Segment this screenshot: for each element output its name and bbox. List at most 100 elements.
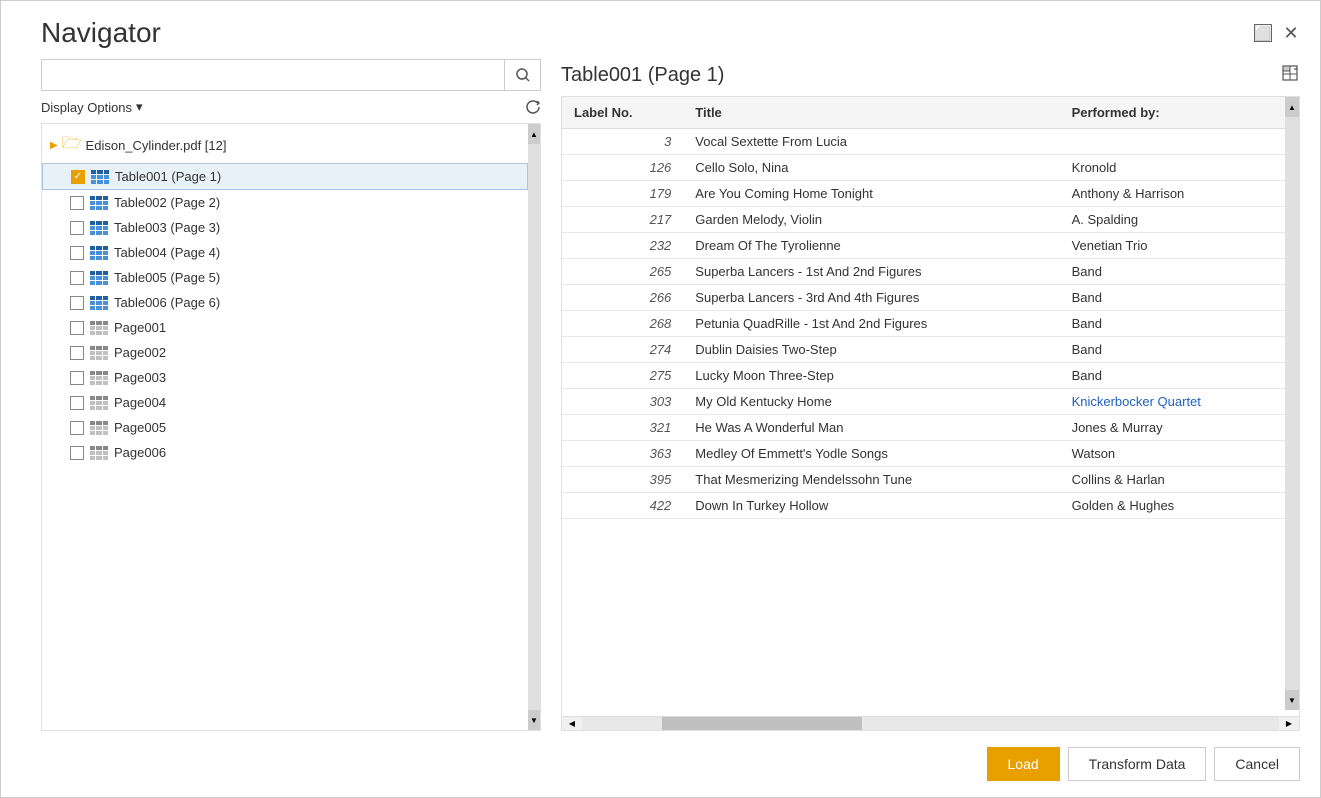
tree-item-table002[interactable]: Table002 (Page 2) — [42, 190, 528, 215]
cell-performer: Band — [1060, 285, 1285, 311]
cell-title: Dublin Daisies Two-Step — [683, 337, 1059, 363]
item-label-table001: Table001 (Page 1) — [115, 169, 221, 184]
cell-label: 3 — [562, 129, 683, 155]
tree-item-page003[interactable]: Page003 — [42, 365, 528, 390]
checkbox-table005[interactable] — [70, 271, 84, 285]
checkbox-table004[interactable] — [70, 246, 84, 260]
refresh-icon — [525, 99, 541, 115]
table-scroll-down-button[interactable]: ▼ — [1285, 690, 1299, 710]
checkbox-table003[interactable] — [70, 221, 84, 235]
title-bar: Navigator ⬜ ✕ — [1, 1, 1320, 49]
preview-title: Table001 (Page 1) — [561, 64, 724, 87]
item-label-page002: Page002 — [114, 345, 166, 360]
table-icon-page006 — [90, 446, 108, 460]
table-row: 268 Petunia QuadRille - 1st And 2nd Figu… — [562, 311, 1299, 337]
checkbox-page002[interactable] — [70, 346, 84, 360]
cell-title: That Mesmerizing Mendelssohn Tune — [683, 467, 1059, 493]
close-button[interactable]: ✕ — [1282, 24, 1300, 42]
cell-label: 395 — [562, 467, 683, 493]
cell-title: My Old Kentucky Home — [683, 389, 1059, 415]
checkbox-table002[interactable] — [70, 196, 84, 210]
left-panel: Display Options ▾ ▶ 🗁 Edi — [41, 59, 541, 731]
tree-item-table004[interactable]: Table004 (Page 4) — [42, 240, 528, 265]
checkbox-page006[interactable] — [70, 446, 84, 460]
checkbox-page003[interactable] — [70, 371, 84, 385]
table-icon-page001 — [90, 321, 108, 335]
tree-item-page006[interactable]: Page006 — [42, 440, 528, 465]
tree-item-table003[interactable]: Table003 (Page 3) — [42, 215, 528, 240]
tree-item-page005[interactable]: Page005 — [42, 415, 528, 440]
tree-item-table005[interactable]: Table005 (Page 5) — [42, 265, 528, 290]
table-row: 274 Dublin Daisies Two-Step Band — [562, 337, 1299, 363]
checkbox-table006[interactable] — [70, 296, 84, 310]
search-bar — [41, 59, 541, 91]
preview-export-button[interactable] — [1280, 63, 1300, 88]
search-button[interactable] — [504, 60, 540, 90]
tree-content: ▶ 🗁 Edison_Cylinder.pdf [12] ✓ Table001 … — [42, 124, 528, 730]
table-icon-table003 — [90, 221, 108, 235]
restore-button[interactable]: ⬜ — [1254, 24, 1272, 42]
checkbox-table001[interactable]: ✓ — [71, 170, 85, 184]
item-label-page005: Page005 — [114, 420, 166, 435]
table-icon-page002 — [90, 346, 108, 360]
table-row: 217 Garden Melody, Violin A. Spalding — [562, 207, 1299, 233]
tree-panel: ▶ 🗁 Edison_Cylinder.pdf [12] ✓ Table001 … — [41, 123, 541, 731]
search-icon — [516, 68, 530, 82]
cancel-button[interactable]: Cancel — [1214, 747, 1300, 781]
cell-label: 179 — [562, 181, 683, 207]
table-icon-page003 — [90, 371, 108, 385]
search-input[interactable] — [42, 60, 504, 90]
table-row: 179 Are You Coming Home Tonight Anthony … — [562, 181, 1299, 207]
cell-label: 274 — [562, 337, 683, 363]
cell-performer: Venetian Trio — [1060, 233, 1285, 259]
tree-item-table001[interactable]: ✓ Table001 (Page 1) — [42, 163, 528, 190]
cell-performer: Band — [1060, 311, 1285, 337]
tree-item-table006[interactable]: Table006 (Page 6) — [42, 290, 528, 315]
display-options-row: Display Options ▾ — [41, 99, 541, 115]
data-table: Label No. Title Performed by: 3 Vocal Se… — [562, 97, 1299, 519]
tree-scrollbar: ▲ ▼ — [528, 124, 540, 730]
tree-item-page002[interactable]: Page002 — [42, 340, 528, 365]
tree-scroll-up-button[interactable]: ▲ — [528, 124, 540, 144]
table-row: 232 Dream Of The Tyrolienne Venetian Tri… — [562, 233, 1299, 259]
cell-label: 303 — [562, 389, 683, 415]
tree-item-page001[interactable]: Page001 — [42, 315, 528, 340]
cell-performer: Anthony & Harrison — [1060, 181, 1285, 207]
table-scroll-track — [1285, 117, 1299, 690]
load-button[interactable]: Load — [987, 747, 1060, 781]
table-row: 422 Down In Turkey Hollow Golden & Hughe… — [562, 493, 1299, 519]
col-title: Title — [683, 97, 1059, 129]
cell-title: Superba Lancers - 1st And 2nd Figures — [683, 259, 1059, 285]
cell-title: Garden Melody, Violin — [683, 207, 1059, 233]
table-scroll-right-button[interactable]: ▶ — [1279, 717, 1299, 731]
checkbox-page005[interactable] — [70, 421, 84, 435]
tree-scroll-down-button[interactable]: ▼ — [528, 710, 540, 730]
export-icon — [1280, 63, 1300, 83]
cell-label: 321 — [562, 415, 683, 441]
dialog-title: Navigator — [41, 17, 161, 49]
checkbox-page001[interactable] — [70, 321, 84, 335]
table-icon-table002 — [90, 196, 108, 210]
checkbox-page004[interactable] — [70, 396, 84, 410]
transform-data-button[interactable]: Transform Data — [1068, 747, 1207, 781]
item-label-table006: Table006 (Page 6) — [114, 295, 220, 310]
table-body: 3 Vocal Sextette From Lucia 126 Cello So… — [562, 129, 1299, 519]
navigator-dialog: Navigator ⬜ ✕ Display Option — [0, 0, 1321, 798]
table-scroll-up-button[interactable]: ▲ — [1285, 97, 1299, 117]
table-scroll-left-button[interactable]: ◀ — [562, 717, 582, 731]
col-performed-by: Performed by: — [1060, 97, 1285, 129]
tree-item-page004[interactable]: Page004 — [42, 390, 528, 415]
cell-performer: Knickerbocker Quartet — [1060, 389, 1285, 415]
cell-label: 266 — [562, 285, 683, 311]
item-label-page006: Page006 — [114, 445, 166, 460]
cell-performer — [1060, 129, 1285, 155]
display-options-button[interactable]: Display Options ▾ — [41, 99, 143, 115]
footer: Load Transform Data Cancel — [1, 731, 1320, 797]
cell-title: Are You Coming Home Tonight — [683, 181, 1059, 207]
table-row: 265 Superba Lancers - 1st And 2nd Figure… — [562, 259, 1299, 285]
col-label-no: Label No. — [562, 97, 683, 129]
tree-folder[interactable]: ▶ 🗁 Edison_Cylinder.pdf [12] — [42, 128, 528, 163]
table-row: 3 Vocal Sextette From Lucia — [562, 129, 1299, 155]
cell-title: Vocal Sextette From Lucia — [683, 129, 1059, 155]
edit-icon-button[interactable] — [525, 99, 541, 115]
